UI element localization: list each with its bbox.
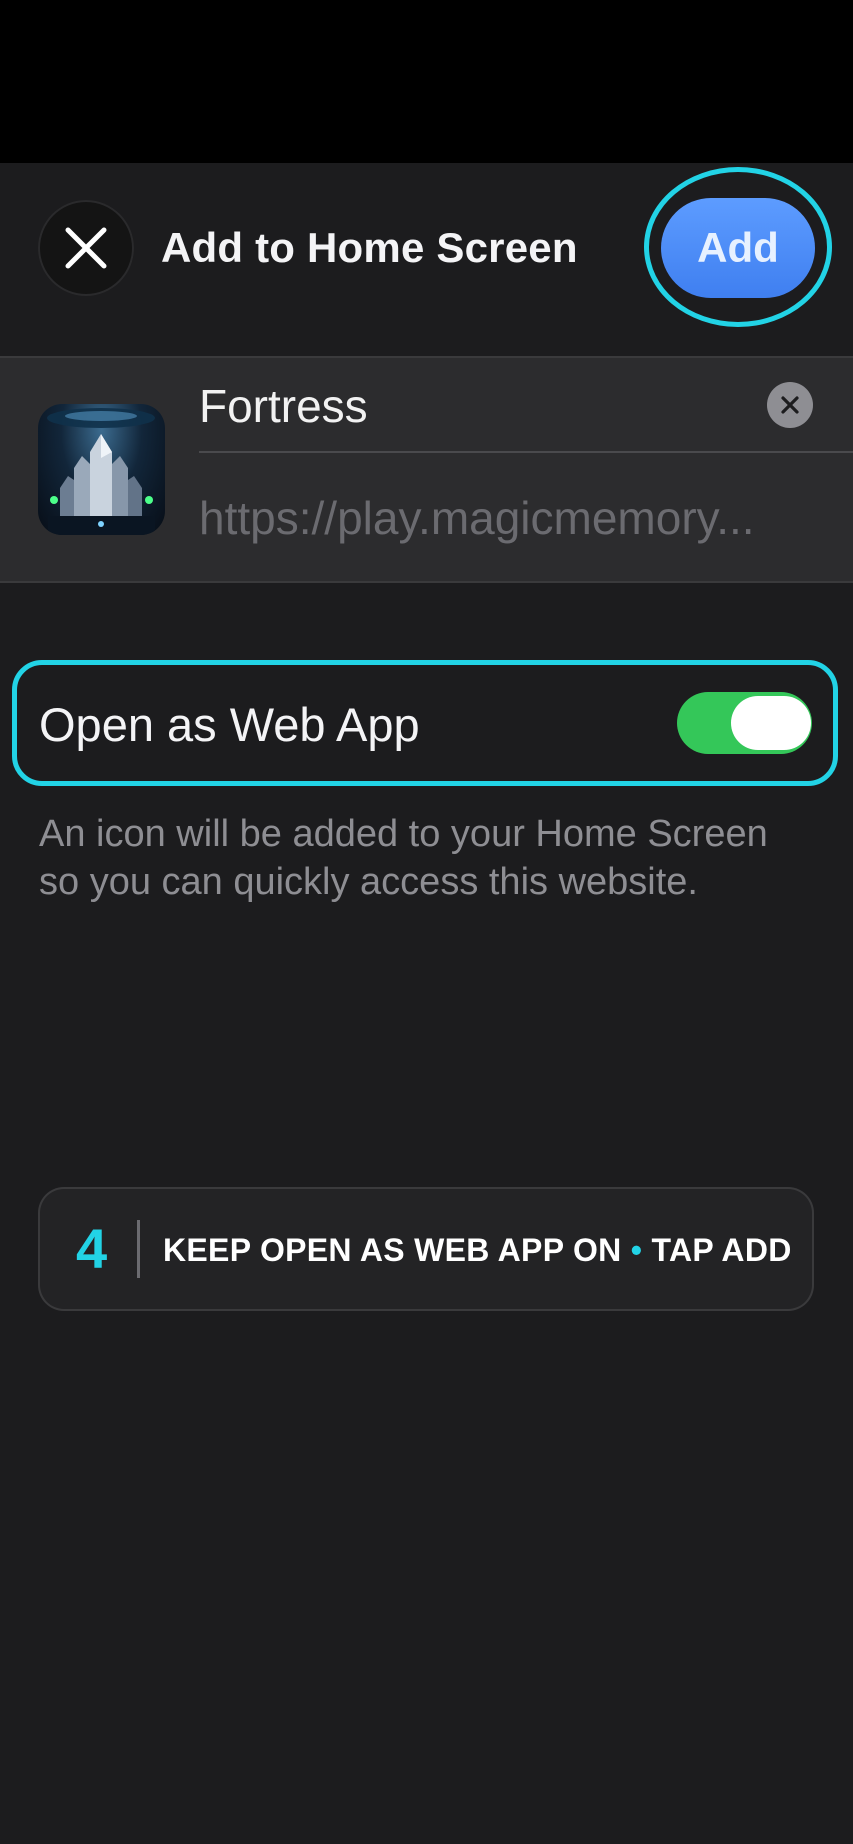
clear-icon (781, 396, 799, 414)
divider (0, 581, 853, 583)
close-icon (65, 227, 107, 269)
instruction-part-2: TAP ADD (651, 1232, 792, 1268)
add-button[interactable]: Add (661, 198, 815, 298)
step-number: 4 (76, 1217, 108, 1280)
instruction-separator: • (630, 1232, 643, 1268)
instruction-part-1: KEEP OPEN AS WEB APP ON (163, 1232, 622, 1268)
toggle-knob (731, 696, 811, 750)
bookmark-name-field[interactable]: Fortress (199, 378, 368, 434)
bookmark-url: https://play.magicmemory... (199, 492, 755, 544)
field-separator (199, 451, 853, 453)
sheet-title: Add to Home Screen (161, 224, 578, 271)
instruction-text: KEEP OPEN AS WEB APP ON • TAP ADD (163, 1230, 792, 1270)
fortress-app-icon (38, 404, 165, 535)
step-divider (137, 1220, 140, 1278)
clear-name-button[interactable] (767, 382, 813, 428)
web-app-label: Open as Web App (39, 698, 420, 751)
status-area (0, 0, 853, 163)
web-app-description: An icon will be added to your Home Scree… (39, 813, 768, 903)
close-button[interactable] (38, 200, 134, 296)
